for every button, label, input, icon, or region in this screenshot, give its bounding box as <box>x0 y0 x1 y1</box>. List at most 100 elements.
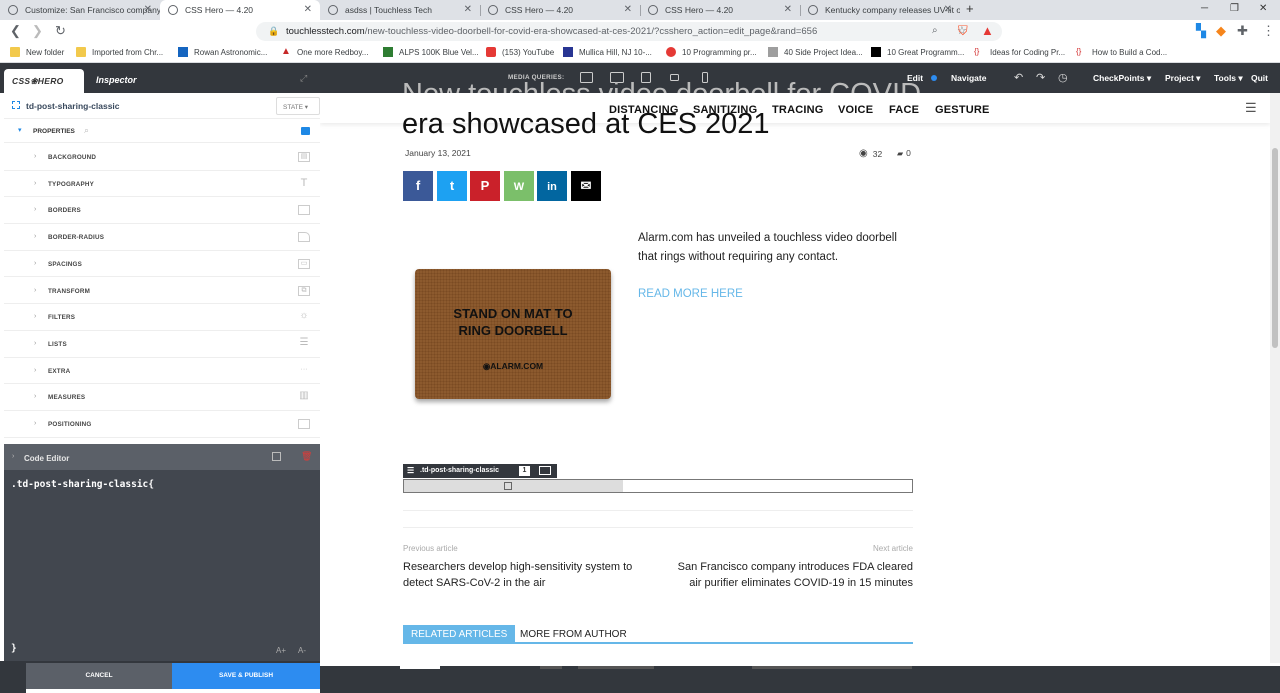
tab-more-from-author[interactable]: MORE FROM AUTHOR <box>520 629 627 640</box>
extension-icon[interactable]: ▚ <box>1196 23 1206 39</box>
browser-tab[interactable]: Customize: San Francisco company in ✕ <box>0 0 160 20</box>
inspector-tab[interactable]: Inspector <box>96 75 137 85</box>
share-email-button[interactable]: ✉ <box>571 171 601 201</box>
lists-icon: ☰ <box>299 336 309 348</box>
new-tab-button[interactable]: + <box>966 1 974 16</box>
checkpoints-menu[interactable]: CheckPoints ▾ <box>1093 73 1151 84</box>
property-background[interactable]: › BACKGROUND ▤ <box>4 144 320 171</box>
property-spacings[interactable]: › SPACINGS ▭ <box>4 251 320 278</box>
element-highlight-label[interactable]: ☰ .td-post-sharing-classic 1 <box>403 464 557 478</box>
tools-menu[interactable]: Tools ▾ <box>1214 73 1243 84</box>
state-dropdown[interactable]: STATE ▾ <box>276 97 320 115</box>
reload-icon[interactable]: ↻ <box>55 23 66 39</box>
url-field[interactable]: 🔒 touchlesstech.com/new-touchless-video-… <box>256 22 1002 41</box>
nav-item-tracing[interactable]: TRACING <box>772 104 824 116</box>
font-decrease-button[interactable]: A- <box>298 646 306 655</box>
property-measures[interactable]: › MEASURES ▥ <box>4 384 320 411</box>
navigate-mode-button[interactable]: Navigate <box>951 73 986 83</box>
nav-item-gesture[interactable]: GESTURE <box>935 104 990 116</box>
bookmark-item[interactable]: 40 Side Project Idea... <box>768 47 863 57</box>
back-icon[interactable]: ❮ <box>10 23 21 39</box>
scrollbar-thumb[interactable] <box>1272 148 1278 348</box>
browser-tab[interactable]: CSS Hero — 4.20 ✕ <box>480 0 640 20</box>
code-editor-header[interactable]: › Code Editor 🗑 <box>4 444 320 470</box>
property-borders[interactable]: › BORDERS <box>4 197 320 225</box>
rewards-triangle-icon[interactable]: ▲ <box>981 23 994 39</box>
typography-icon: T <box>300 176 308 189</box>
browser-tab-active[interactable]: CSS Hero — 4.20 ✕ <box>160 0 320 20</box>
property-extra[interactable]: › EXTRA ··· <box>4 358 320 385</box>
bookmark-item[interactable]: Mullica Hill, NJ 10-... <box>563 47 652 57</box>
share-linkedin-button[interactable]: in <box>537 171 567 201</box>
save-icon[interactable] <box>272 452 281 461</box>
post-comments[interactable]: ▰ 0 <box>897 148 911 158</box>
hamburger-menu-icon[interactable]: ☰ <box>1245 100 1257 116</box>
minimize-icon[interactable]: ─ <box>1201 3 1208 14</box>
share-twitter-button[interactable]: t <box>437 171 467 201</box>
property-typography[interactable]: › TYPOGRAPHY T <box>4 171 320 198</box>
close-window-icon[interactable]: ✕ <box>1259 3 1267 14</box>
bookmark-item[interactable]: {} Ideas for Coding Pr... <box>974 47 1065 57</box>
page-scrollbar[interactable] <box>1270 93 1280 663</box>
selected-element-outline[interactable] <box>403 479 913 493</box>
quit-button[interactable]: Quit <box>1251 73 1268 83</box>
redo-icon[interactable]: ↷ <box>1036 71 1045 84</box>
code-editor[interactable]: .td-post-sharing-classic{ } A+ A- <box>4 470 320 661</box>
hamburger-icon[interactable]: ☰ <box>407 466 414 475</box>
share-facebook-button[interactable]: f <box>403 171 433 201</box>
browser-tab[interactable]: asdss | Touchless Tech ✕ <box>320 0 480 20</box>
browser-tab[interactable]: CSS Hero — 4.20 ✕ <box>640 0 800 20</box>
properties-header[interactable]: ▾ PROPERTIES ⌕ <box>4 119 320 143</box>
mode-toggle-dot[interactable] <box>931 75 937 81</box>
trash-icon[interactable]: 🗑 <box>301 451 312 462</box>
browser-menu-icon[interactable]: ⋮ <box>1262 23 1275 39</box>
property-transform[interactable]: › TRANSFORM ⧉ <box>4 278 320 305</box>
metamask-icon[interactable]: ◆ <box>1216 23 1226 39</box>
close-tab-icon[interactable]: ✕ <box>144 4 152 15</box>
focus-frame-icon[interactable] <box>539 466 551 475</box>
extensions-puzzle-icon[interactable]: ✚ <box>1237 23 1248 39</box>
expand-panel-icon[interactable]: ⤢ <box>300 73 307 84</box>
tab-related-articles[interactable]: RELATED ARTICLES <box>403 625 516 644</box>
close-tab-icon[interactable]: ✕ <box>784 4 792 15</box>
next-article-link[interactable]: San Francisco company introduces FDA cle… <box>673 560 913 591</box>
restore-icon[interactable]: ❐ <box>1230 3 1239 14</box>
close-tab-icon[interactable]: ✕ <box>304 4 312 15</box>
bookmark-item[interactable]: ALPS 100K Blue Vel... <box>383 47 479 57</box>
bookmark-item[interactable]: Imported from Chr... <box>76 47 163 57</box>
css-hero-logo-tab[interactable]: CSS❀HERO <box>4 69 84 93</box>
font-increase-button[interactable]: A+ <box>276 646 286 655</box>
share-pinterest-button[interactable]: P <box>470 171 500 201</box>
close-tab-icon[interactable]: ✕ <box>624 4 632 15</box>
bookmark-item[interactable]: 10 Programming pr... <box>666 47 757 57</box>
save-publish-button[interactable]: SAVE & PUBLISH <box>172 663 320 689</box>
share-whatsapp-button[interactable]: W <box>504 171 534 201</box>
brave-shield-icon[interactable]: ⛉ <box>958 23 968 39</box>
project-menu[interactable]: Project ▾ <box>1165 73 1200 84</box>
property-positioning[interactable]: › POSITIONING <box>4 411 320 438</box>
bookmark-item[interactable]: New folder <box>10 47 64 57</box>
history-clock-icon[interactable]: ◷ <box>1058 71 1068 84</box>
nav-item-face[interactable]: FACE <box>889 104 919 116</box>
property-filters[interactable]: › FILTERS ☼ <box>4 304 320 331</box>
search-icon[interactable]: ⌕ <box>84 125 89 136</box>
property-lists[interactable]: › LISTS ☰ <box>4 331 320 358</box>
previous-article-link[interactable]: Researchers develop high-sensitivity sys… <box>403 560 643 591</box>
cancel-button[interactable]: CANCEL <box>26 663 172 689</box>
bookmark-item[interactable]: Rowan Astronomic... <box>178 47 267 57</box>
forward-icon[interactable]: ❯ <box>32 23 43 39</box>
property-border-radius[interactable]: › BORDER-RADIUS <box>4 224 320 251</box>
browser-tab[interactable]: Kentucky company releases UV-lit offi ✕ <box>800 0 960 20</box>
selector-target-icon <box>12 101 20 109</box>
close-tab-icon[interactable]: ✕ <box>464 4 472 15</box>
bookmark-item[interactable]: ▲ One more Redboy... <box>281 47 368 57</box>
read-more-link[interactable]: READ MORE HERE <box>638 288 743 300</box>
bookmark-item[interactable]: {} How to Build a Cod... <box>1076 47 1167 57</box>
properties-toggle-icon[interactable] <box>301 127 310 135</box>
bookmark-item[interactable]: 10 Great Programm... <box>871 47 964 57</box>
nav-item-voice[interactable]: VOICE <box>838 104 873 116</box>
close-tab-icon[interactable]: ✕ <box>944 4 952 15</box>
undo-icon[interactable]: ↶ <box>1014 71 1023 84</box>
bookmark-item[interactable]: (153) YouTube <box>486 47 554 57</box>
zoom-icon[interactable]: ⌕ <box>932 25 938 36</box>
